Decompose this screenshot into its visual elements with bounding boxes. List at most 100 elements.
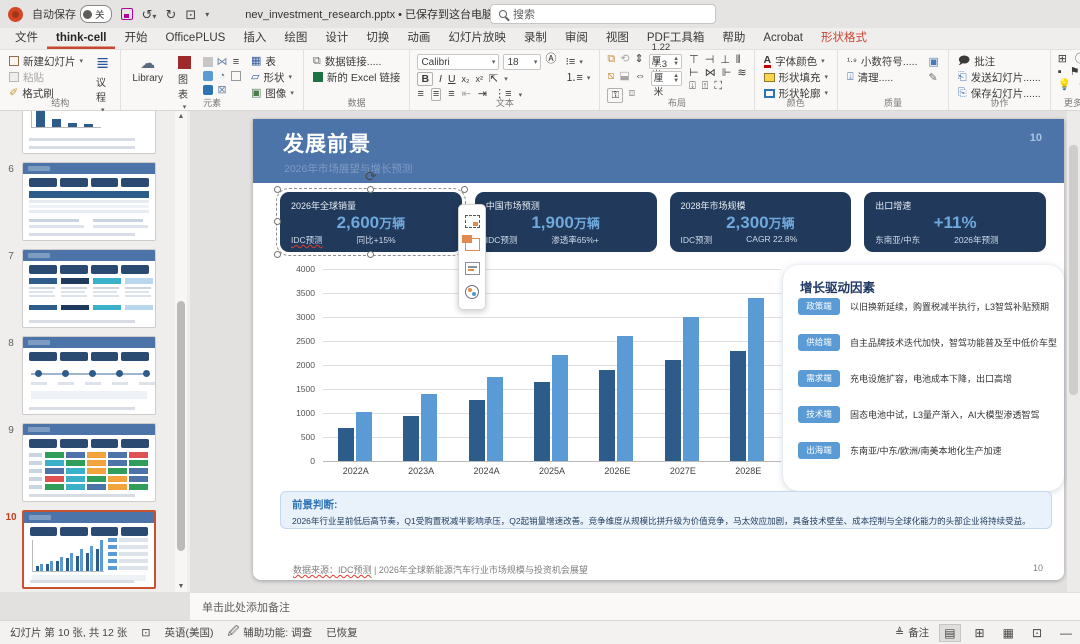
snap-icon[interactable]: ⍗ [689,81,696,92]
tab-形状格式[interactable]: 形状格式 [812,28,876,49]
tab-切换[interactable]: 切换 [357,28,398,49]
send-slides-button[interactable]: ⎗发送幻灯片...... [956,70,1043,84]
bar-2028E-s1[interactable] [730,351,746,461]
display-settings-icon[interactable]: ⊡ [141,626,150,639]
number-list-button[interactable]: ⒈≡▾ [563,71,592,85]
selection-handle-b[interactable] [367,251,374,258]
search-box[interactable]: 搜索 [490,4,716,24]
normal-view-button[interactable]: ▤ [939,624,960,642]
slide-thumbnail-9[interactable] [22,423,156,502]
tab-think-cell[interactable]: think-cell [47,28,115,49]
bullet-list-button[interactable]: ⁝≡▾ [563,55,592,69]
paste-button[interactable]: 粘贴 [7,70,85,84]
slide-thumbnail-10[interactable] [22,510,156,589]
pill-icon[interactable] [203,85,213,95]
tips-icon[interactable]: 💡 [1058,80,1072,91]
scrollbar-thumb[interactable] [177,301,185,551]
font-color-button[interactable]: A字体颜色▾ [762,54,831,68]
bar-2024A-s1[interactable] [469,400,485,461]
rotate-icon[interactable]: ⟲ [620,54,629,69]
decimal-symbol-button[interactable]: ¹·⁹小数符号..... [845,54,919,68]
tab-绘图[interactable]: 绘图 [275,28,316,49]
shape-fill-button[interactable]: 形状填充▾ [762,70,831,84]
distribute-icon[interactable]: ⫴ [736,55,741,66]
bar-2023A-s2[interactable] [421,394,437,461]
italic-button[interactable]: I [439,73,442,85]
align-left-obj-icon[interactable]: ⊢ [689,68,699,79]
subscript-button[interactable]: x₂ [462,74,470,84]
tab-设计[interactable]: 设计 [316,28,357,49]
selection-tool-icon[interactable] [465,215,480,228]
fit-icon[interactable]: ⛶ [714,81,722,92]
slide-thumbnail-partial[interactable] [22,111,156,154]
stack-icon[interactable]: ≋ [737,68,746,79]
slide-thumbnail-6[interactable] [22,162,156,241]
pie-icon[interactable]: ◔ [219,71,226,82]
new-excel-link-button[interactable]: 新的 Excel 链接 [311,70,403,84]
image-quality-icon[interactable]: ▣ [929,57,939,68]
rotate-handle[interactable]: ⟳ [363,168,379,184]
slideshow-view-button[interactable]: ⊡ [1028,625,1046,641]
width-stepper[interactable]: 7.3 厘米▲▼ [651,71,682,86]
ruler-icon[interactable]: ⊞ [1058,54,1067,65]
bar-2025A-s2[interactable] [552,355,568,461]
font-size-combo[interactable]: 18▾ [503,54,541,70]
scroll-down-icon[interactable]: ▼ [175,583,187,590]
tab-OfficePLUS[interactable]: OfficePLUS [156,28,234,49]
slider-icon[interactable]: ⊠ [217,85,226,96]
selection-handle-l[interactable] [274,218,281,225]
swap-icon[interactable]: ⧅ [607,71,614,86]
autosave-toggle[interactable]: 自动保存 关 [32,5,112,23]
thumbnail-scrollbar[interactable]: ▲ ▼ [175,111,187,592]
kpi-card-4[interactable]: 出口增速+11%东南亚/中东2026年预测 [864,192,1046,252]
center-obj-icon[interactable]: ⋈ [705,68,716,79]
start-slideshow-icon[interactable]: ⊡ [185,8,196,21]
canvas-scrollbar-thumb[interactable] [1069,145,1078,395]
selection-handle-tl[interactable] [274,186,281,193]
info-icon[interactable]: ⓘ [1075,54,1080,65]
tab-开始[interactable]: 开始 [115,28,156,49]
new-slide-button[interactable]: 新建幻灯片▾ [7,54,85,68]
palette-tool-icon[interactable] [465,285,479,299]
save-icon[interactable] [121,8,133,20]
checkbox-icon[interactable] [231,71,241,81]
bar-2028E-s2[interactable] [748,298,764,461]
scatter-icon[interactable]: ⋈ [217,57,228,68]
notes-toggle-button[interactable]: ≜备注 [895,625,929,640]
tab-录制[interactable]: 录制 [515,28,556,49]
right-obj-icon[interactable]: ⊩ [722,68,732,79]
bar-2026E-s1[interactable] [599,370,615,461]
font-name-combo[interactable]: Calibri▾ [417,54,499,70]
notes-placeholder[interactable]: 单击此处添加备注 [202,599,290,615]
growth-drivers-panel[interactable]: 增长驱动因素 政策端以旧换新延续，购置税减半执行，L3智驾补贴预期供给端自主品牌… [783,265,1064,491]
tab-PDF工具箱[interactable]: PDF工具箱 [638,28,714,49]
slide-sorter-view-button[interactable]: ⊞ [971,625,989,641]
slide-thumbnail-7[interactable] [22,249,156,328]
chart-type-icon[interactable] [203,57,213,67]
tab-幻灯片放映[interactable]: 幻灯片放映 [439,28,515,49]
selection-handle-t[interactable] [367,186,374,193]
slide-thumbnail-8[interactable] [22,336,156,415]
driver-tag[interactable]: 供给端 [798,334,840,351]
clear-formatting-icon[interactable]: Ⓐ [545,54,556,70]
selection-handle-tr[interactable] [461,186,468,193]
shapes-button[interactable]: ▱形状▾ [249,70,296,84]
bar-2022A-s1[interactable] [338,428,354,461]
superscript-button[interactable]: x² [476,74,484,84]
driver-tag[interactable]: 出海端 [798,442,840,459]
grow-icon[interactable]: ⍐ [702,81,709,92]
bullets-icon[interactable]: ≡ [233,57,239,68]
layout-tool-icon[interactable] [465,238,480,251]
height-icon[interactable]: ⇕ [634,54,643,69]
tab-Acrobat[interactable]: Acrobat [754,28,812,49]
kpi-card-3[interactable]: 2028年市场规模2,300万辆IDC预测CAGR 22.8% [670,192,852,252]
list-tool-icon[interactable] [465,262,480,275]
tab-帮助[interactable]: 帮助 [713,28,754,49]
bar-2026E-s2[interactable] [617,336,633,461]
bar-2024A-s2[interactable] [487,377,503,461]
language-indicator[interactable]: 英语(美国) [165,625,214,640]
flag-icon[interactable]: ▪ [1058,67,1062,78]
align-top-icon[interactable]: ⊤ [689,55,699,66]
bar-2027E-s1[interactable] [665,360,681,461]
duplicate-icon[interactable]: ⧉ [607,54,615,69]
